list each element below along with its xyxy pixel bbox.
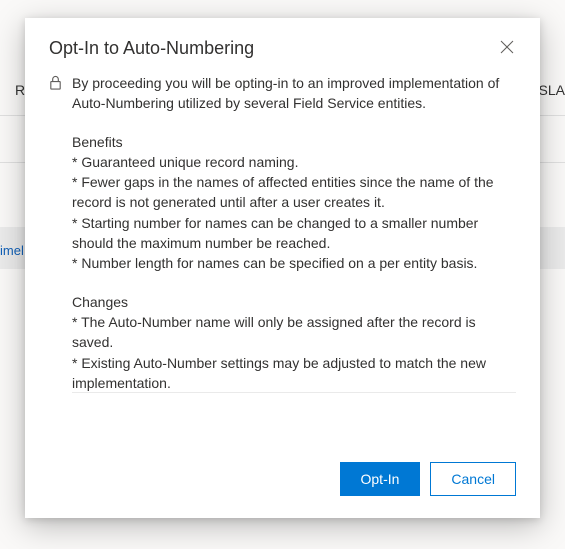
intro-text: By proceeding you will be opting-in to a… xyxy=(72,73,508,114)
lock-icon xyxy=(49,75,62,90)
opt-in-modal: Opt-In to Auto-Numbering By proceeding y… xyxy=(25,18,540,518)
modal-header: Opt-In to Auto-Numbering xyxy=(25,18,540,73)
changes-header: Changes xyxy=(72,292,508,312)
benefits-header: Benefits xyxy=(72,132,508,152)
benefit-item: * Fewer gaps in the names of affected en… xyxy=(72,172,508,213)
opt-in-button[interactable]: Opt-In xyxy=(340,462,421,496)
modal-title: Opt-In to Auto-Numbering xyxy=(49,38,254,59)
close-button[interactable] xyxy=(498,38,516,56)
change-item: * The Auto-Number name will only be assi… xyxy=(72,312,508,353)
benefit-item: * Number length for names can be specifi… xyxy=(72,253,508,273)
modal-footer: Opt-In Cancel xyxy=(25,432,540,518)
benefit-item: * Starting number for names can be chang… xyxy=(72,213,508,254)
cancel-button[interactable]: Cancel xyxy=(430,462,516,496)
close-icon xyxy=(500,40,514,54)
background-text: R xyxy=(15,82,25,98)
lock-column xyxy=(49,73,62,422)
benefit-item: * Guaranteed unique record naming. xyxy=(72,152,508,172)
modal-content-scroll[interactable]: By proceeding you will be opting-in to a… xyxy=(72,73,516,393)
modal-body: By proceeding you will be opting-in to a… xyxy=(25,73,540,432)
change-item: * Existing Auto-Number settings may be a… xyxy=(72,353,508,393)
background-link[interactable]: imel xyxy=(0,243,24,258)
